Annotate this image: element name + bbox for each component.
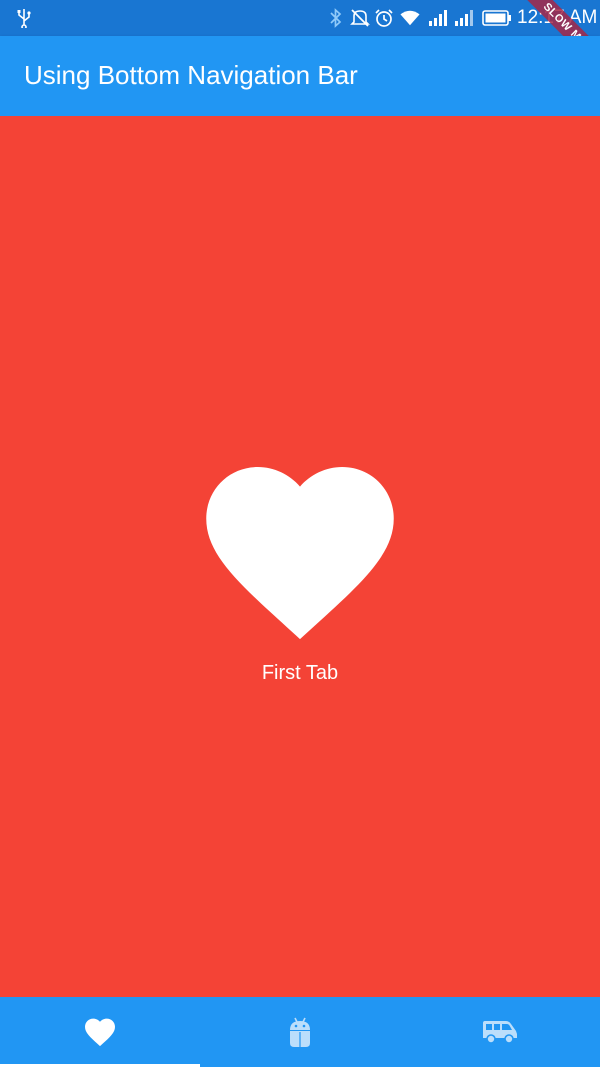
battery-icon [482, 8, 512, 28]
clock-text: 12:17 AM [517, 7, 598, 28]
bottom-navigation-bar [0, 997, 600, 1067]
nav-item-van[interactable] [400, 997, 600, 1067]
app-bar: Using Bottom Navigation Bar [0, 36, 600, 116]
nav-item-android[interactable] [200, 997, 400, 1067]
van-icon [483, 1021, 517, 1044]
tab-content: First Tab [0, 116, 600, 997]
heart-icon [206, 467, 394, 640]
alarm-icon [374, 8, 394, 28]
bluetooth-icon [326, 8, 346, 28]
usb-icon [14, 8, 34, 28]
signal-icon [428, 8, 448, 28]
app-screen: 12:17 AM SLOW MODE Using Bottom Navigati… [0, 0, 600, 1067]
android-icon [290, 1017, 310, 1047]
signal-icon [454, 8, 474, 28]
mute-icon [350, 8, 370, 28]
tab-label: First Tab [261, 662, 339, 684]
heart-icon [85, 1018, 115, 1047]
page-title: Using Bottom Navigation Bar [24, 60, 358, 90]
nav-item-heart[interactable] [0, 997, 200, 1067]
wifi-icon [400, 8, 420, 28]
status-bar: 12:17 AM [0, 0, 600, 36]
